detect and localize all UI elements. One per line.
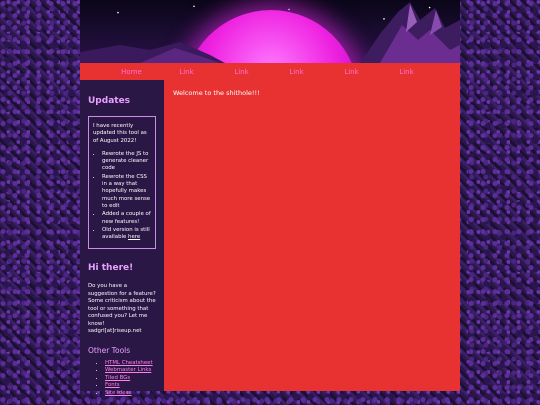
main-content: Welcome to the shithole!!! <box>164 80 460 391</box>
update-list: Rewrote the JS to generate cleaner code … <box>93 151 151 242</box>
list-item: Webmaster Links <box>105 367 156 375</box>
nav-link-1[interactable]: Link <box>159 68 214 76</box>
tools-list: HTML Cheatsheet Webmaster Links Tiled BG… <box>88 360 156 398</box>
header-banner <box>80 0 460 63</box>
tool-link-html-cheatsheet[interactable]: HTML Cheatsheet <box>105 360 153 366</box>
update-item: Rewrote the CSS in a way that hopefully … <box>102 174 151 210</box>
tool-link-site-ideas[interactable]: Site Ideas <box>105 390 132 396</box>
tool-link-fonts[interactable]: Fonts <box>105 382 120 388</box>
list-item: Site Ideas <box>105 390 156 398</box>
update-item: Added a couple of new features! <box>102 211 151 226</box>
updates-box: I have recently updated this tool as of … <box>88 116 156 250</box>
list-item: HTML Cheatsheet <box>105 360 156 368</box>
page-container: Home Link Link Link Link Link Updates I … <box>80 0 460 396</box>
old-version-link[interactable]: here <box>128 234 140 240</box>
nav-home-link[interactable]: Home <box>104 68 159 76</box>
mountains-graphic <box>80 2 460 63</box>
update-intro: I have recently updated this tool as of … <box>93 123 147 144</box>
welcome-text: Welcome to the shithole!!! <box>173 89 260 97</box>
hi-heading: Hi there! <box>88 263 134 274</box>
nav-link-2[interactable]: Link <box>214 68 269 76</box>
old-version-text: Old version is still available <box>102 226 150 241</box>
other-tools-heading: Other Tools <box>88 345 131 355</box>
updates-heading: Updates <box>88 96 131 106</box>
update-item-old-version: Old version is still available here <box>102 227 151 242</box>
list-item: Tiled BGs <box>105 375 156 383</box>
suggestion-text: Do you have a suggestion for a feature? … <box>88 283 156 335</box>
nav-link-4[interactable]: Link <box>324 68 379 76</box>
nav-link-5[interactable]: Link <box>379 68 434 76</box>
sidebar: Updates I have recently updated this too… <box>80 80 164 396</box>
other-tools: Other Tools HTML Cheatsheet Webmaster Li… <box>88 346 156 398</box>
nav-bar: Home Link Link Link Link Link <box>80 63 460 80</box>
nav-link-3[interactable]: Link <box>269 68 324 76</box>
list-item: Fonts <box>105 382 156 390</box>
tool-link-webmaster-links[interactable]: Webmaster Links <box>105 367 151 373</box>
tool-link-tiled-bgs[interactable]: Tiled BGs <box>105 375 130 381</box>
content-area: Updates I have recently updated this too… <box>80 80 460 396</box>
update-item: Rewrote the JS to generate cleaner code <box>102 151 151 173</box>
